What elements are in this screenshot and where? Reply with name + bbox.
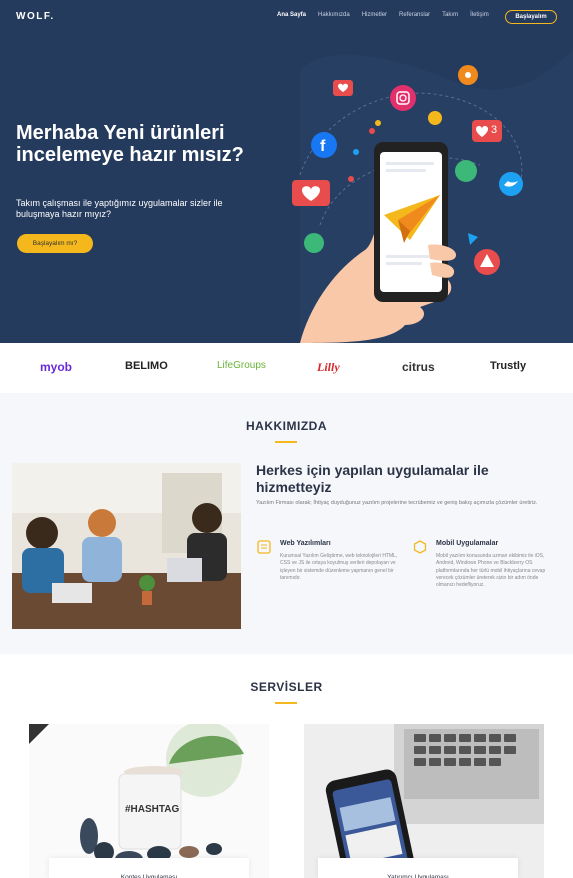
brand-logo-belimo: BELIMO	[125, 360, 168, 372]
nav-menu: Ana Sayfa Hakkımızda Hizmetler Referansl…	[277, 12, 501, 18]
brand-logo-trustly: Trustly	[490, 360, 527, 372]
hero-start-button[interactable]: Başlayalım mı?	[17, 234, 93, 253]
nav-item-home[interactable]: Ana Sayfa	[277, 12, 306, 18]
hero-subtitle: Takım çalışması ile yaptığımız uygulamal…	[16, 198, 223, 219]
about-section-title: HAKKIMIZDA	[246, 419, 327, 433]
services-title-underline	[275, 702, 297, 704]
about-description: Yazılım Firması olarak; İhtiyaç duyduğun…	[256, 500, 538, 506]
service-card-investor-app[interactable]: Yatırımcı Uygulaması	[318, 858, 518, 878]
services-section-title: SERVİSLER	[250, 680, 323, 694]
feature-text-mobile: Mobil yazılım konusunda uzman ekibimiz i…	[436, 553, 546, 589]
nav-item-team[interactable]: Takım	[442, 12, 458, 18]
brand-logo-lilly: Lilly	[317, 360, 340, 374]
feature-text-web: Kurumsal Yazılım Geliştirme, web teknolo…	[280, 553, 398, 581]
brand-logo-myob: myob	[40, 360, 73, 374]
nav-item-references[interactable]: Referanslar	[399, 12, 430, 18]
nav-item-services[interactable]: Hizmetler	[362, 12, 387, 18]
site-logo[interactable]: WOLF.	[16, 11, 55, 22]
brand-logo-citrus: citrus	[402, 360, 435, 374]
top-navbar: WOLF. Ana Sayfa Hakkımızda Hizmetler Ref…	[0, 0, 573, 36]
service-card-contest-app[interactable]: Kontes Uygulaması	[49, 858, 249, 878]
service-image-hashtag-mug: #HASHTAG	[29, 724, 269, 878]
brand-logos-bar: myob BELIMO LifeGroups Lilly citrus Trus…	[0, 343, 573, 393]
nav-item-about[interactable]: Hakkımızda	[318, 12, 350, 18]
document-icon	[257, 540, 271, 554]
nav-start-button[interactable]: Başlayalım	[505, 10, 557, 24]
hero-section: WOLF. Ana Sayfa Hakkımızda Hizmetler Ref…	[0, 0, 573, 343]
about-team-photo	[12, 463, 241, 629]
brand-logo-lifegroups: LifeGroups	[217, 360, 266, 371]
about-heading: Herkes için yapılan uygulamalar ile hizm…	[256, 462, 489, 495]
notification-badge-count: 3	[491, 124, 497, 136]
hero-phone-illustration: f 3	[292, 65, 523, 343]
svg-text:f: f	[320, 138, 326, 155]
svg-text:#HASHTAG: #HASHTAG	[125, 804, 179, 815]
feature-title-web: Web Yazılımları	[280, 540, 331, 547]
about-title-underline	[275, 441, 297, 443]
feature-title-mobile: Mobil Uygulamalar	[436, 540, 499, 547]
hero-title: Merhaba Yeni ürünleri incelemeye hazır m…	[16, 122, 244, 166]
hexagon-icon	[413, 540, 427, 554]
nav-item-contact[interactable]: İletişim	[470, 12, 489, 18]
service-image-phone-laptop	[304, 724, 544, 878]
